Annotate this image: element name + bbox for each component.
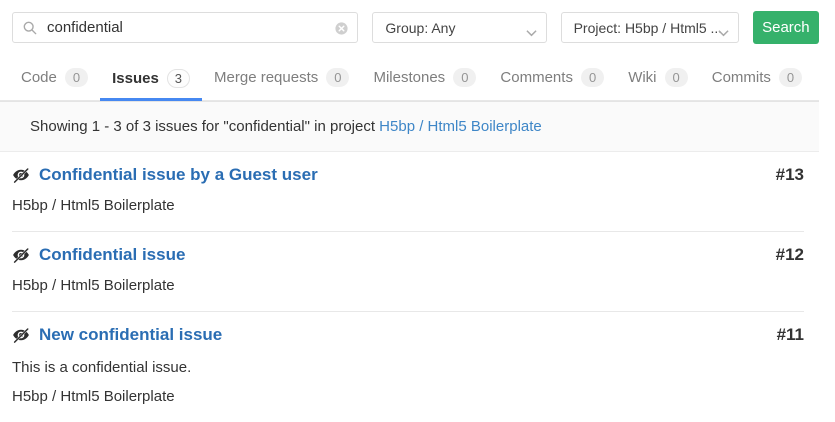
summary-project-link[interactable]: H5bp / Html5 Boilerplate <box>379 118 542 135</box>
tab-count-badge: 0 <box>65 68 88 87</box>
eye-slash-icon <box>12 246 30 264</box>
project-filter-label: Project: H5bp / Html5 ... <box>574 20 723 36</box>
issue-title-link[interactable]: Confidential issue <box>39 245 185 265</box>
tab-milestones[interactable]: Milestones 0 <box>361 54 488 100</box>
tab-label: Comments <box>500 69 573 86</box>
eye-slash-icon <box>12 326 30 344</box>
issue-iid: #11 <box>777 325 804 345</box>
tab-comments[interactable]: Comments 0 <box>488 54 616 100</box>
tab-merge-requests[interactable]: Merge requests 0 <box>202 54 361 100</box>
result-header: Confidential issue by a Guest user #13 <box>12 165 804 185</box>
tab-code[interactable]: Code 0 <box>9 54 100 100</box>
result-header: New confidential issue #11 <box>12 325 804 345</box>
issue-result: Confidential issue by a Guest user #13 H… <box>12 152 804 232</box>
tab-wiki[interactable]: Wiki 0 <box>616 54 700 100</box>
group-filter-dropdown[interactable]: Group: Any <box>372 12 546 43</box>
issue-project-name: H5bp / Html5 Boilerplate <box>12 197 804 214</box>
tab-count-badge: 0 <box>665 68 688 87</box>
issue-title-link[interactable]: New confidential issue <box>39 325 222 345</box>
results-summary: Showing 1 - 3 of 3 issues for "confident… <box>0 101 819 152</box>
issue-title-link[interactable]: Confidential issue by a Guest user <box>39 165 318 185</box>
issue-result: New confidential issue #11 This is a con… <box>12 312 804 422</box>
tab-label: Milestones <box>373 69 445 86</box>
chevron-down-icon <box>526 24 537 40</box>
tab-label: Code <box>21 69 57 86</box>
tab-issues[interactable]: Issues 3 <box>100 54 202 101</box>
group-filter-label: Group: Any <box>385 20 455 36</box>
issue-result: Confidential issue #12 H5bp / Html5 Boil… <box>12 232 804 312</box>
issue-iid: #12 <box>776 245 804 265</box>
results-summary-text: Showing 1 - 3 of 3 issues for "confident… <box>30 118 379 135</box>
tab-count-badge: 0 <box>779 68 802 87</box>
chevron-down-icon <box>718 24 729 40</box>
search-filter-bar: Group: Any Project: H5bp / Html5 ... Sea… <box>0 0 819 44</box>
tab-count-badge: 0 <box>326 68 349 87</box>
search-results-page: Group: Any Project: H5bp / Html5 ... Sea… <box>0 0 819 422</box>
tab-label: Wiki <box>628 69 656 86</box>
results-list: Confidential issue by a Guest user #13 H… <box>12 152 804 422</box>
search-box <box>12 12 358 43</box>
issue-description: This is a confidential issue. <box>12 359 804 376</box>
eye-slash-icon <box>12 166 30 184</box>
tab-count-badge: 0 <box>581 68 604 87</box>
issue-iid: #13 <box>776 165 804 185</box>
tab-label: Merge requests <box>214 69 318 86</box>
result-header: Confidential issue #12 <box>12 245 804 265</box>
search-icon <box>23 21 37 40</box>
search-input[interactable] <box>13 13 357 42</box>
project-filter-dropdown[interactable]: Project: H5bp / Html5 ... <box>561 12 739 43</box>
tab-count-badge: 3 <box>167 69 190 88</box>
tab-commits[interactable]: Commits 0 <box>700 54 814 100</box>
tab-label: Commits <box>712 69 771 86</box>
clear-search-icon[interactable] <box>335 22 348 40</box>
issue-project-name: H5bp / Html5 Boilerplate <box>12 277 804 294</box>
tab-label: Issues <box>112 70 159 87</box>
search-button[interactable]: Search <box>753 11 819 44</box>
tab-count-badge: 0 <box>453 68 476 87</box>
search-scope-tabs: Code 0 Issues 3 Merge requests 0 Milesto… <box>0 54 819 101</box>
issue-project-name: H5bp / Html5 Boilerplate <box>12 388 804 405</box>
